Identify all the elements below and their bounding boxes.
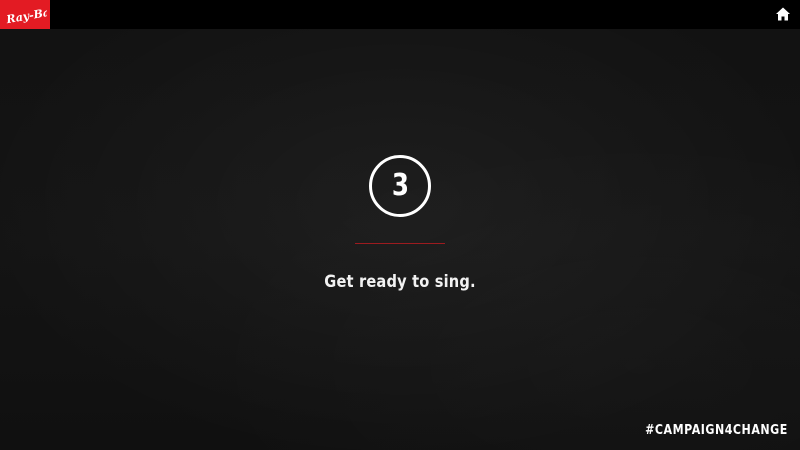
red-divider [355, 243, 445, 244]
home-icon [776, 7, 790, 21]
home-button[interactable] [775, 6, 791, 22]
main-stage [0, 29, 800, 450]
ray-ban-logo[interactable]: Ray-Ban [0, 0, 50, 29]
countdown-number: 3 [391, 168, 409, 203]
svg-text:Ray-Ban: Ray-Ban [4, 4, 47, 26]
countdown-circle: 3 [369, 155, 431, 217]
instruction-message: Get ready to sing. [324, 272, 476, 292]
top-bar: Ray-Ban [0, 0, 800, 29]
ray-ban-logo-mark: Ray-Ban [4, 4, 47, 26]
campaign-hashtag: #CAMPAIGN4CHANGE [645, 423, 788, 438]
